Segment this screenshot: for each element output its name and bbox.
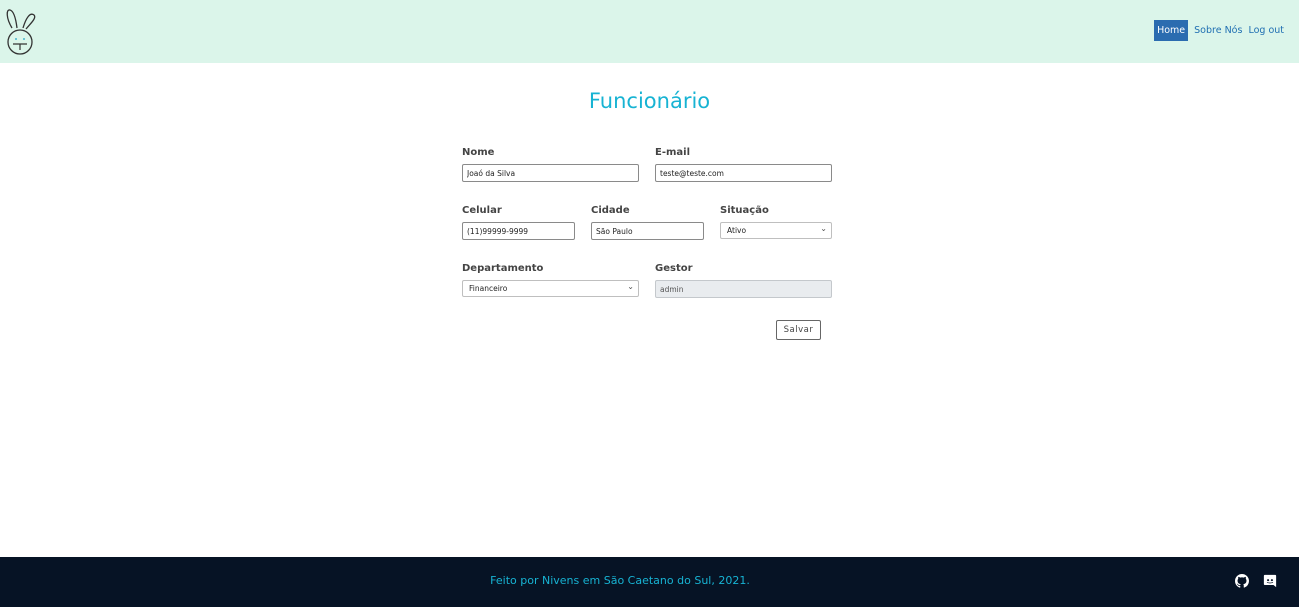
situacao-label: Situação [720,205,769,216]
nome-label: Nome [462,147,495,158]
cidade-label: Cidade [591,205,630,216]
main-nav: Home Sobre Nós Log out [1154,20,1287,41]
situacao-select[interactable]: Ativo ⌄ [720,222,832,239]
bunny-logo-icon[interactable] [4,6,38,56]
gestor-label: Gestor [655,263,693,274]
chevron-down-icon: ⌄ [627,282,634,291]
celular-label: Celular [462,205,502,216]
email-label: E-mail [655,147,691,158]
nav-home-link[interactable]: Home [1154,20,1189,41]
nav-logout-link[interactable]: Log out [1245,21,1287,40]
situacao-selected-value: Ativo [727,226,747,235]
nome-input[interactable] [462,164,639,182]
cidade-input[interactable] [591,222,704,240]
email-input[interactable] [655,164,832,182]
page-title: Funcionário [588,89,711,113]
github-icon[interactable] [1235,573,1249,588]
discord-icon[interactable] [1263,573,1277,588]
departamento-label: Departamento [462,263,544,274]
footer-credit: Feito por Nivens em São Caetano do Sul, … [490,574,750,587]
gestor-input [655,280,832,298]
footer-social-links [1235,573,1277,588]
chevron-down-icon: ⌄ [820,224,827,233]
nav-about-link[interactable]: Sobre Nós [1191,21,1245,40]
footer: Feito por Nivens em São Caetano do Sul, … [0,557,1299,607]
departamento-select[interactable]: Financeiro ⌄ [462,280,639,297]
celular-input[interactable] [462,222,575,240]
departamento-selected-value: Financeiro [469,284,508,293]
top-navbar: Home Sobre Nós Log out [0,0,1299,63]
save-button[interactable]: Salvar [776,320,821,340]
